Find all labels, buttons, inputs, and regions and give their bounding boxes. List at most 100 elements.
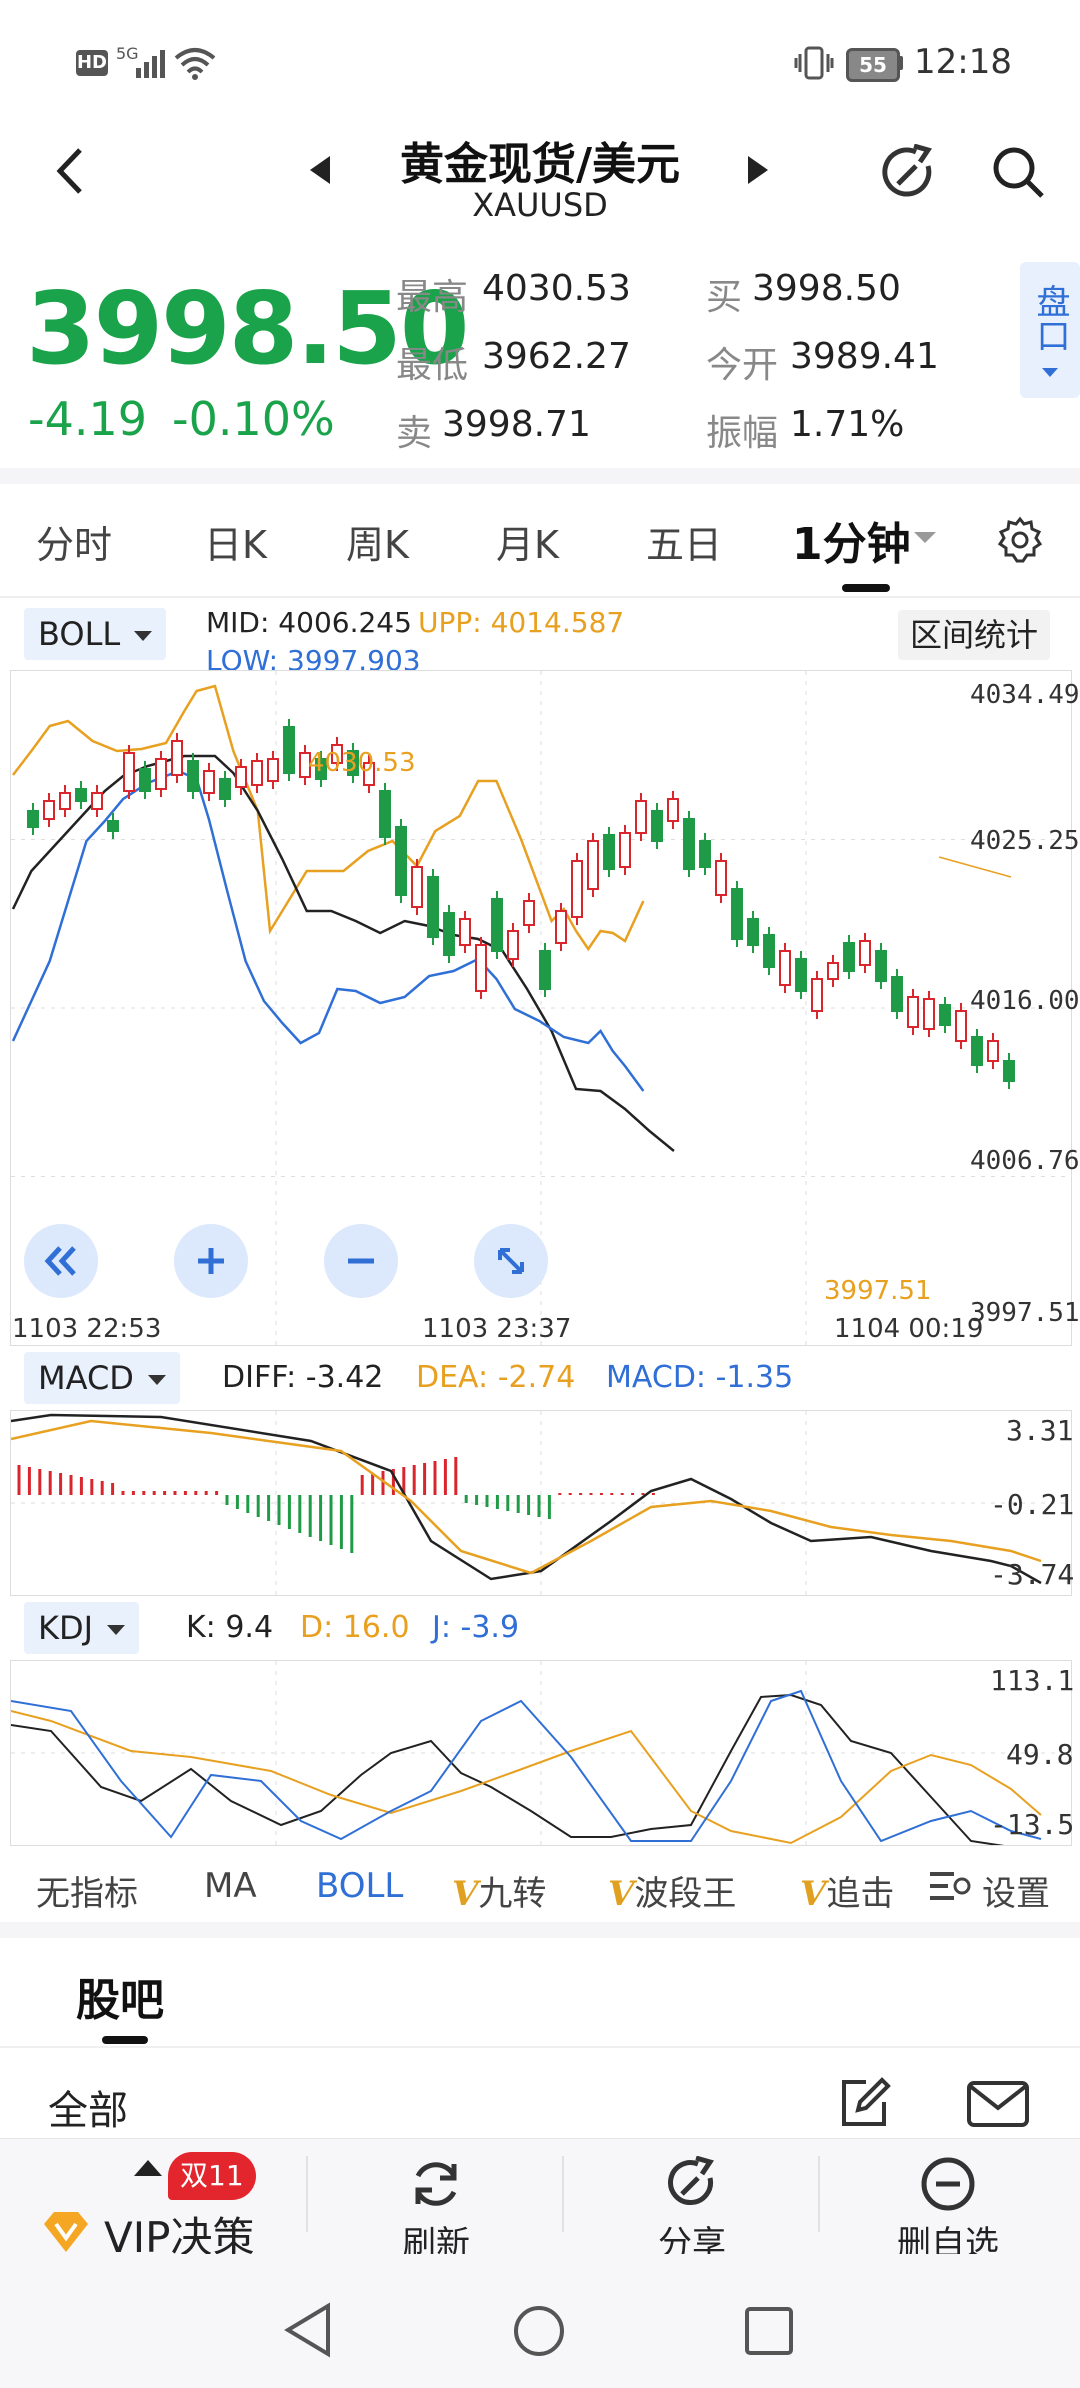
indicator-label: 波段王 — [634, 1874, 737, 1914]
kdj-d-line — [10, 1710, 1042, 1845]
range-stats-button[interactable]: 区间统计 — [898, 610, 1051, 660]
nav-recents-icon[interactable] — [744, 2306, 794, 2356]
kdj-j-line — [10, 1689, 1042, 1843]
low-value: 3962.27 — [482, 336, 631, 377]
diamond-icon — [44, 2212, 88, 2252]
zoom-in-button[interactable] — [174, 1224, 248, 1298]
indicator-label: 九转 — [478, 1874, 547, 1914]
chevron-down-icon — [147, 1375, 166, 1385]
settings-label: 设置 — [982, 1874, 1050, 1914]
divider — [562, 2156, 564, 2232]
candle-body — [411, 866, 423, 908]
divider — [306, 2156, 308, 2232]
indicator-jiuzhuan[interactable]: V九转 — [452, 1866, 546, 1915]
refresh-button[interactable]: 刷新 — [372, 2150, 500, 2264]
peak-price-label: 4030.53 — [308, 748, 416, 778]
candle-body — [219, 778, 231, 800]
candle-body — [811, 978, 823, 1012]
macd-value: MACD: -1.35 — [606, 1360, 794, 1395]
tab-weekly-k[interactable]: 周K — [346, 514, 409, 569]
candle-body — [859, 940, 871, 966]
candle-body — [235, 766, 247, 788]
fullscreen-button[interactable] — [474, 1224, 548, 1298]
macd-chart[interactable] — [10, 1410, 1072, 1596]
candle-body — [907, 996, 919, 1028]
candle-body — [971, 1036, 983, 1066]
candle-body — [795, 958, 807, 992]
main-indicator-dropdown[interactable]: BOLL — [24, 608, 167, 660]
last-price-label: 3997.51 — [824, 1276, 932, 1306]
kdj-svg — [10, 1661, 1071, 1848]
macd-indicator-dropdown[interactable]: MACD — [24, 1352, 180, 1404]
remove-watchlist-button[interactable]: 删自选 — [876, 2150, 1020, 2264]
candle-body — [555, 910, 567, 944]
kdj-k-line — [10, 1693, 1041, 1848]
tab-daily-k[interactable]: 日K — [204, 514, 267, 569]
prev-symbol-button[interactable] — [308, 154, 332, 186]
clock: 12:18 — [914, 42, 1012, 82]
candle-body — [619, 832, 631, 868]
indicator-label: 无指标 — [36, 1874, 138, 1914]
indicator-ma[interactable]: MA — [204, 1866, 257, 1906]
x-axis-label: 1103 22:53 — [12, 1314, 162, 1344]
candle-body — [539, 950, 551, 990]
system-nav-bar — [0, 2254, 1080, 2388]
share-button[interactable]: 分享 — [628, 2150, 756, 2264]
high-value: 4030.53 — [482, 268, 631, 309]
chevron-down-icon — [134, 631, 153, 641]
candle-body — [923, 998, 935, 1030]
candle-body — [827, 962, 839, 980]
back-button[interactable] — [52, 146, 92, 196]
macd-diff-line — [10, 1413, 1042, 1585]
zoom-out-button[interactable] — [324, 1224, 398, 1298]
main-indicator-label: BOLL — [38, 615, 121, 653]
indicator-settings-button[interactable]: 设置 — [924, 1858, 1080, 1914]
candle-body — [939, 1004, 951, 1026]
indicator-label: MA — [204, 1866, 257, 1906]
search-icon[interactable] — [990, 144, 1046, 200]
candle-body — [603, 834, 615, 870]
indicator-label: BOLL — [316, 1866, 404, 1906]
indicator-zhuiji[interactable]: V追击 — [800, 1866, 918, 1915]
mail-icon[interactable] — [966, 2080, 1030, 2128]
kdj-chart[interactable] — [10, 1660, 1072, 1848]
promo-badge: 双11 — [168, 2152, 256, 2200]
indicator-boll[interactable]: BOLL — [316, 1866, 403, 1906]
y-axis-label: 4016.00 — [970, 986, 1080, 1016]
x-axis-label: 1104 00:19 — [834, 1314, 984, 1344]
candle-body — [1003, 1060, 1015, 1082]
candle-body — [43, 800, 55, 820]
candle-body — [267, 758, 279, 782]
vip-badge-icon: V — [452, 1874, 479, 1914]
nav-home-icon[interactable] — [512, 2304, 566, 2358]
order-book-button[interactable]: 盘口 — [1020, 262, 1080, 398]
filter-all[interactable]: 全部 — [48, 2078, 128, 2136]
candle-body — [171, 740, 183, 776]
indicator-boduanwang[interactable]: V波段王 — [608, 1866, 736, 1915]
gear-icon[interactable] — [996, 516, 1044, 564]
forum-tab[interactable]: 股吧 — [76, 1964, 164, 2028]
minus-icon — [348, 1258, 374, 1264]
hd-icon: HD — [76, 50, 108, 76]
kdj-indicator-dropdown[interactable]: KDJ — [24, 1602, 140, 1654]
candle-body — [651, 810, 663, 842]
next-symbol-button[interactable] — [746, 154, 770, 186]
macd-diff-value: DIFF: -3.42 — [222, 1360, 384, 1395]
boll-upp-value: UPP: 4014.587 — [418, 606, 625, 639]
scroll-left-button[interactable] — [24, 1224, 98, 1298]
tab-five-day[interactable]: 五日 — [646, 514, 722, 569]
nav-back-icon[interactable] — [282, 2302, 334, 2358]
indicator-none[interactable]: 无指标 — [36, 1866, 138, 1915]
plus-icon — [198, 1248, 224, 1274]
tab-1-minute[interactable]: 1分钟 — [792, 508, 911, 572]
macd-dea-value: DEA: -2.74 — [416, 1360, 576, 1395]
divider — [0, 596, 1080, 598]
y-axis-label: 4025.25 — [970, 826, 1080, 856]
tab-monthly-k[interactable]: 月K — [496, 514, 559, 569]
candle-body — [27, 810, 39, 828]
chevron-down-icon[interactable] — [914, 532, 936, 543]
edit-icon[interactable] — [836, 2076, 892, 2132]
candle-body — [395, 826, 407, 896]
tab-intraday[interactable]: 分时 — [36, 514, 112, 569]
share-icon[interactable] — [880, 144, 940, 204]
